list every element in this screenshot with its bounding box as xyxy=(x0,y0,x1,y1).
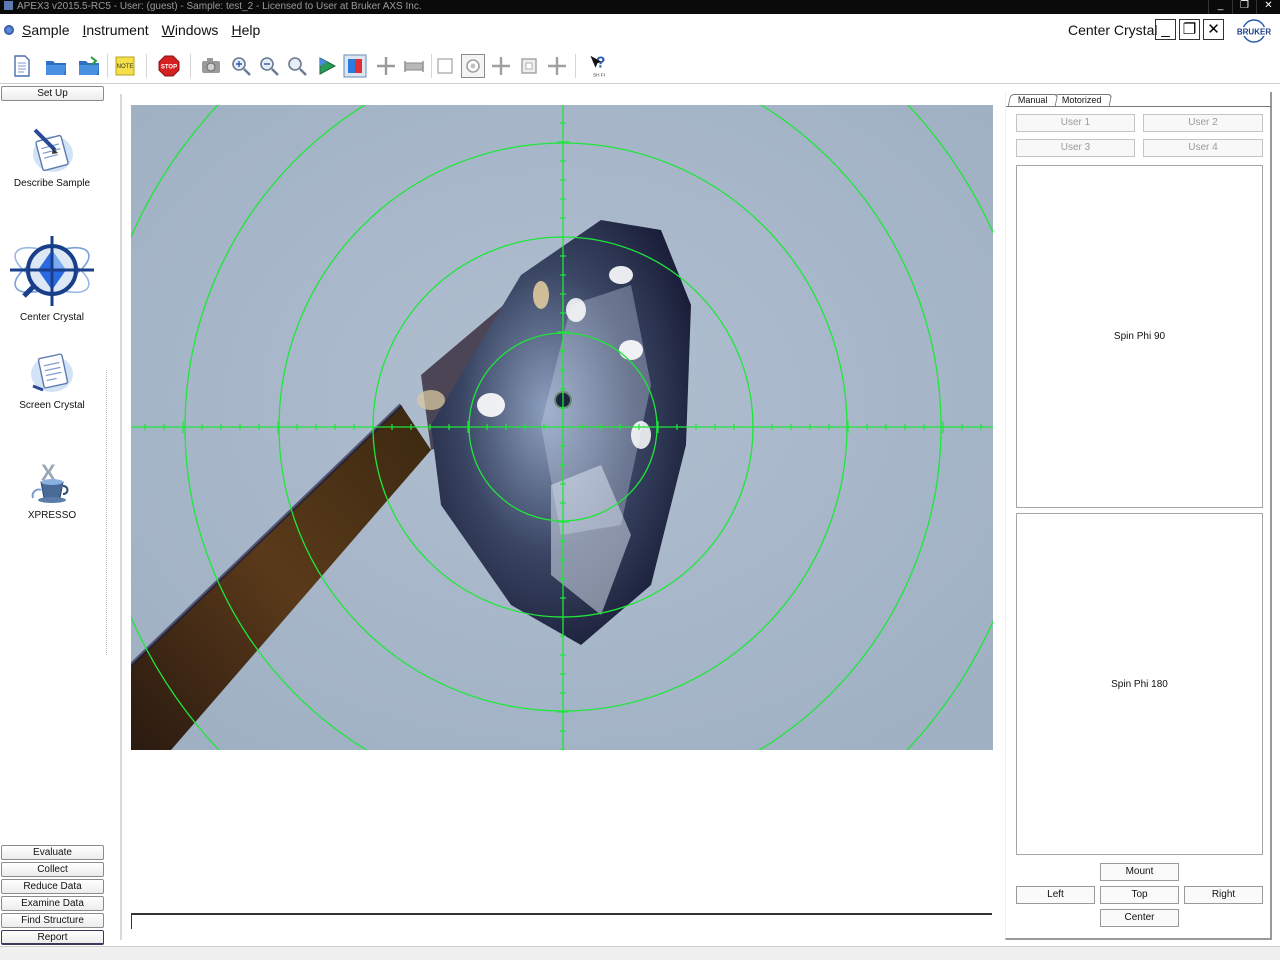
minimize-icon[interactable]: _ xyxy=(1208,0,1232,14)
svg-text:?: ? xyxy=(596,55,605,72)
crosshair-add-icon[interactable] xyxy=(374,54,398,78)
svg-text:BRUKER: BRUKER xyxy=(1237,28,1271,37)
user-4-button[interactable]: User 4 xyxy=(1143,139,1263,157)
screen-crystal-tool[interactable]: Screen Crystal xyxy=(0,346,104,411)
center-crystal-icon xyxy=(10,236,94,306)
describe-sample-tool[interactable]: Describe Sample xyxy=(0,124,104,189)
target-circle-icon[interactable] xyxy=(461,54,485,78)
evaluate-button[interactable]: Evaluate xyxy=(1,845,104,860)
panel-splitter[interactable] xyxy=(106,370,107,655)
mode-minimize-button[interactable]: _ xyxy=(1155,19,1176,40)
center-crystal-tool[interactable]: Center Crystal xyxy=(0,230,104,323)
bruker-logo: BRUKER xyxy=(1232,19,1276,43)
camera-image xyxy=(131,105,993,750)
user-1-button[interactable]: User 1 xyxy=(1016,114,1135,132)
mode-title: Center Crystal xyxy=(1068,22,1158,38)
frame-icon[interactable] xyxy=(517,54,541,78)
mode-window-controls: _ ❐ ✕ xyxy=(1155,19,1224,40)
menu-instrument[interactable]: Instrument xyxy=(82,22,148,38)
show-help-icon[interactable]: ?SH FI xyxy=(587,54,611,78)
tab-manual[interactable]: Manual xyxy=(1007,94,1058,106)
command-line[interactable] xyxy=(131,913,992,929)
video-mode-icon[interactable] xyxy=(343,54,367,78)
app-icon xyxy=(4,1,13,10)
collect-button[interactable]: Collect xyxy=(1,862,104,877)
note-icon[interactable]: NOTE xyxy=(113,54,137,78)
camera-snapshot-icon[interactable] xyxy=(199,54,223,78)
restore-icon[interactable]: ❐ xyxy=(1232,0,1256,14)
window-title: APEX3 v2015.5-RC5 - User: (guest) - Samp… xyxy=(17,1,422,12)
mount-button[interactable]: Mount xyxy=(1100,863,1179,881)
left-button[interactable]: Left xyxy=(1016,886,1095,904)
spin-phi-180-button[interactable]: Spin Phi 180 xyxy=(1016,513,1263,855)
zoom-reset-icon[interactable] xyxy=(285,54,309,78)
tab-motorized[interactable]: Motorized xyxy=(1051,94,1112,106)
screen-crystal-label: Screen Crystal xyxy=(19,400,85,411)
mode-restore-button[interactable]: ❐ xyxy=(1179,19,1200,40)
center-crystal-label: Center Crystal xyxy=(20,312,84,323)
toolbar: NOTE STOP ? SH FI xyxy=(0,48,1280,84)
examine-data-button[interactable]: Examine Data xyxy=(1,896,104,911)
open-folder-icon[interactable] xyxy=(44,54,68,78)
setup-button[interactable]: Set Up xyxy=(1,86,104,101)
center-button[interactable]: Center xyxy=(1100,909,1179,927)
positioning-panel: Manual Motorized User 1 User 2 User 3 Us… xyxy=(1005,92,1272,940)
menu-sample[interactable]: Sample xyxy=(22,22,69,38)
control-tabs: Manual Motorized xyxy=(1007,94,1112,106)
status-bar xyxy=(0,946,1280,960)
apex-logo-icon xyxy=(4,25,14,35)
user-3-button[interactable]: User 3 xyxy=(1016,139,1135,157)
window-controls: _ ❐ ✕ xyxy=(1208,0,1280,14)
title-bar: APEX3 v2015.5-RC5 - User: (guest) - Samp… xyxy=(0,0,1280,14)
box-select-icon[interactable] xyxy=(433,54,457,78)
move-crosshair-icon[interactable] xyxy=(545,54,569,78)
describe-sample-label: Describe Sample xyxy=(13,178,91,189)
right-button[interactable]: Right xyxy=(1184,886,1263,904)
crosshair-icon[interactable] xyxy=(489,54,513,78)
describe-sample-icon xyxy=(33,128,73,172)
svg-text:STOP: STOP xyxy=(161,65,177,71)
xpresso-icon: X xyxy=(31,460,69,503)
menu-windows[interactable]: Windows xyxy=(162,22,219,38)
workflow-panel: Set Up Describe Sample Center Crystal Sc… xyxy=(0,84,106,946)
left-divider xyxy=(120,94,122,940)
svg-text:SH FI: SH FI xyxy=(593,72,605,77)
crystal-camera-view[interactable] xyxy=(131,105,993,750)
play-icon[interactable] xyxy=(315,54,339,78)
zoom-in-icon[interactable] xyxy=(229,54,253,78)
close-icon[interactable]: ✕ xyxy=(1256,0,1280,14)
menu-bar: Sample Instrument Windows Help Center Cr… xyxy=(0,14,1280,48)
user-2-button[interactable]: User 2 xyxy=(1143,114,1263,132)
top-button[interactable]: Top xyxy=(1100,886,1179,904)
zoom-out-icon[interactable] xyxy=(257,54,281,78)
xpresso-label: XPRESSO xyxy=(27,510,77,521)
ruler-icon[interactable] xyxy=(402,54,426,78)
new-document-icon[interactable] xyxy=(10,54,34,78)
reduce-data-button[interactable]: Reduce Data xyxy=(1,879,104,894)
screen-crystal-icon xyxy=(31,353,73,392)
menu-help[interactable]: Help xyxy=(231,22,260,38)
svg-text:NOTE: NOTE xyxy=(117,64,134,70)
report-button[interactable]: Report xyxy=(1,930,104,945)
find-structure-button[interactable]: Find Structure xyxy=(1,913,104,928)
xpresso-tool[interactable]: X XPRESSO xyxy=(0,456,104,521)
stop-icon[interactable]: STOP xyxy=(157,54,181,78)
mode-close-button[interactable]: ✕ xyxy=(1203,19,1224,40)
open-recent-icon[interactable] xyxy=(77,54,101,78)
spin-phi-90-button[interactable]: Spin Phi 90 xyxy=(1016,165,1263,508)
